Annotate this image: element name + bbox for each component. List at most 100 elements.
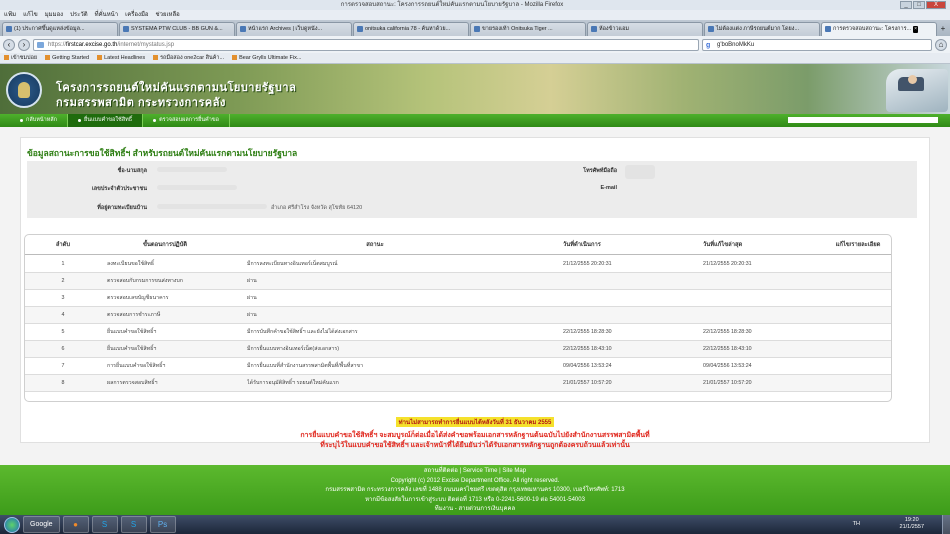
footer-contact: หากมีข้อสงสัยในการเข้าสู่ระบบ ติดต่อที่ …: [365, 496, 585, 503]
menu-history[interactable]: ประวัติ: [70, 10, 88, 20]
col-no: ลำดับ: [55, 242, 71, 248]
header-photo: [886, 69, 948, 112]
tab-label: ขายรองเท้า Onitsuka Tiger ...: [482, 26, 553, 32]
favicon-icon: [708, 26, 714, 32]
bookmark-item[interactable]: รถมือสอง one2car สินค้า...: [153, 53, 224, 63]
name-value-redacted: [157, 167, 227, 172]
bookmarks-bar: เข้าชมบ่อย Getting Started Latest Headli…: [0, 53, 950, 64]
photoshop-icon[interactable]: Ps: [149, 516, 176, 533]
row-step: ตรวจสอบกับกรมการขนส่งทางบก: [107, 278, 183, 284]
row-number: 6: [61, 346, 65, 352]
row-date: 22/12/2555 18:28:30: [563, 329, 612, 335]
col-detail: แก้ไข/รายละเอียด: [835, 242, 881, 248]
tab-label: (1) ประกาศขึ้นดูแหล่งข้อมูล...: [14, 26, 85, 32]
menu-tools[interactable]: เครื่องมือ: [125, 10, 148, 20]
row-updated: 21/01/2557 10:57:20: [703, 380, 752, 386]
col-date: วันที่ดำเนินการ: [563, 242, 601, 248]
address-label: ที่อยู่ตามทะเบียนบ้าน: [97, 205, 147, 211]
row-step: ยื่นแบบคำขอใช้สิทธิ์ฯ: [107, 329, 157, 335]
show-desktop-button[interactable]: [942, 515, 950, 534]
nav-check-result[interactable]: ตรวจสอบผลการยื่นคำขอ: [143, 114, 230, 127]
nav-submit-request[interactable]: ยื่นแบบคำขอใช้สิทธิ์: [68, 114, 144, 127]
start-button[interactable]: [4, 516, 20, 533]
email-label: E-mail: [600, 185, 617, 191]
row-updated: 09/04/2556 13:53:24: [703, 363, 752, 369]
browser-tab[interactable]: หน้าแรก Archives | เว็บดูหนัง...: [236, 22, 352, 36]
search-value: g'boBnoMkKu: [717, 41, 755, 48]
skype-icon[interactable]: S: [120, 516, 147, 533]
browser-tab[interactable]: ห้องข้าวแอม: [587, 22, 703, 36]
table-row: 1 ลงทะเบียนขอใช้สิทธิ์ มีการลงทะเบียนทางอิ…: [25, 256, 891, 273]
close-tab-icon[interactable]: ×: [913, 26, 919, 33]
menu-edit[interactable]: แก้ไข: [23, 10, 38, 20]
search-box[interactable]: g g'boBnoMkKu: [702, 38, 932, 51]
menu-view[interactable]: มุมมอง: [45, 10, 63, 20]
bookmark-item[interactable]: Getting Started: [45, 53, 89, 63]
favicon-icon: [123, 26, 129, 32]
bookmark-item[interactable]: เข้าชมบ่อย: [4, 53, 37, 63]
minimize-button[interactable]: _: [900, 1, 912, 9]
skype-icon[interactable]: S: [91, 516, 118, 533]
clock[interactable]: 19:20 21/1/2557: [900, 517, 924, 531]
taskbar-google[interactable]: Google: [23, 516, 60, 533]
applicant-info: ชื่อ-นามสกุล เลขประจำตัวประชาชน ที่อยู่ต…: [27, 161, 917, 218]
browser-tab[interactable]: SYSTEMA PTW CLUB - BB GUN &...: [119, 22, 235, 36]
status-table: ลำดับ ขั้นตอนการปฏิบัติ สถานะ วันที่ดำเน…: [24, 234, 892, 402]
row-status: ได้รับการอนุมัติสิทธิ์ฯ รถยนต์ใหม่คันแรก: [247, 380, 339, 386]
address-bar[interactable]: https://firstcar.excise.go.th/internet/m…: [33, 38, 699, 51]
menu-help[interactable]: ช่วยเหลือ: [156, 10, 180, 20]
row-number: 1: [61, 261, 65, 267]
close-button[interactable]: X: [926, 1, 946, 9]
footer-link-contact[interactable]: สถานที่ติดต่อ: [424, 468, 458, 474]
new-tab-button[interactable]: +: [938, 22, 948, 36]
footer-link-service-time[interactable]: Service Time: [463, 468, 498, 474]
firefox-icon[interactable]: ●: [62, 516, 89, 533]
browser-tabs: (1) ประกาศขึ้นดูแหล่งข้อมูล... SYSTEMA P…: [0, 20, 950, 36]
back-button[interactable]: ‹: [3, 38, 15, 51]
tab-label: ห้องข้าวแอม: [599, 26, 630, 32]
favicon-icon: [240, 26, 246, 32]
status-card: ข้อมูลสถานะการขอใช้สิทธิ์ฯ สำหรับรถยนต์ใ…: [20, 137, 930, 443]
favicon-icon: [6, 26, 12, 32]
footer-extra: ทีมงาน - สายด่วนการเงินบุคคล: [434, 506, 516, 512]
footer-link-sitemap[interactable]: Site Map: [502, 468, 526, 474]
browser-tab[interactable]: onitsuka california 78 - ค้นหาด้วย...: [353, 22, 469, 36]
row-status: ผ่าน: [247, 278, 257, 284]
tab-label: ไม่ต้องแต่ง ภาษีรถยนต์มาก โดยง...: [716, 26, 800, 32]
col-step: ขั้นตอนการปฏิบัติ: [142, 242, 188, 248]
lock-icon: [37, 41, 44, 48]
home-button[interactable]: ⌂: [935, 38, 947, 51]
bullet-icon: [78, 119, 81, 122]
row-step: ผลการตรวจสอบสิทธิ์ฯ: [107, 380, 158, 386]
table-row: 3 ตรวจสอบเลขบัญชีธนาคาร ผ่าน: [25, 290, 891, 307]
forward-button[interactable]: ›: [18, 38, 30, 51]
row-step: ลงทะเบียนขอใช้สิทธิ์: [107, 261, 155, 267]
menu-bookmarks[interactable]: ที่คั่นหน้า: [95, 10, 119, 20]
nav-home[interactable]: กลับหน้าหลัก: [10, 114, 68, 127]
row-status: มีการยื่นแบบทางอินเทอร์เน็ต(ส่งเอกสาร): [247, 346, 340, 352]
row-number: 8: [61, 380, 65, 386]
browser-tab[interactable]: (1) ประกาศขึ้นดูแหล่งข้อมูล...: [2, 22, 118, 36]
search-engine-icon: g: [706, 41, 711, 49]
browser-tab[interactable]: ไม่ต้องแต่ง ภาษีรถยนต์มาก โดยง...: [704, 22, 820, 36]
bullet-icon: [20, 119, 23, 122]
menu-file[interactable]: แฟ้ม: [4, 10, 16, 20]
bookmark-item[interactable]: Bear Grylls Ultimate Fix...: [232, 53, 301, 63]
address-value-redacted: [157, 204, 267, 209]
notice-line-2: ที่ระบุไว้ในแบบคำขอใช้สิทธิ์ฯ และเจ้าหน้…: [320, 442, 630, 449]
bookmark-item[interactable]: Latest Headlines: [97, 53, 145, 63]
tab-label: การตรวจสอบสถานะ: โครงการ...: [833, 26, 912, 32]
language-indicator[interactable]: TH: [853, 521, 860, 527]
table-row: 6 ยื่นแบบคำขอใช้สิทธิ์ฯ มีการยื่นแบบทางอิน…: [25, 341, 891, 358]
maximize-button[interactable]: □: [913, 1, 925, 9]
name-label: ชื่อ-นามสกุล: [117, 168, 147, 174]
row-step: ยื่นแบบคำขอใช้สิทธิ์ฯ: [107, 346, 157, 352]
row-date: 21/01/2557 10:57:20: [563, 380, 612, 386]
row-status: มีการบันทึกคำขอใช้สิทธิ์ฯ และยังไม่ได้ส่…: [247, 329, 358, 335]
row-number: 3: [61, 295, 65, 301]
menu-bar: แฟ้ม แก้ไข มุมมอง ประวัติ ที่คั่นหน้า เค…: [0, 10, 950, 20]
row-updated: 22/12/2555 18:43:10: [703, 346, 752, 352]
browser-tab[interactable]: ขายรองเท้า Onitsuka Tiger ...: [470, 22, 586, 36]
window-titlebar: การตรวจสอบสถานะ: โครงการรถยนต์ใหม่คันแรก…: [0, 0, 950, 10]
browser-tab-active[interactable]: การตรวจสอบสถานะ: โครงการ... ×: [821, 22, 937, 36]
